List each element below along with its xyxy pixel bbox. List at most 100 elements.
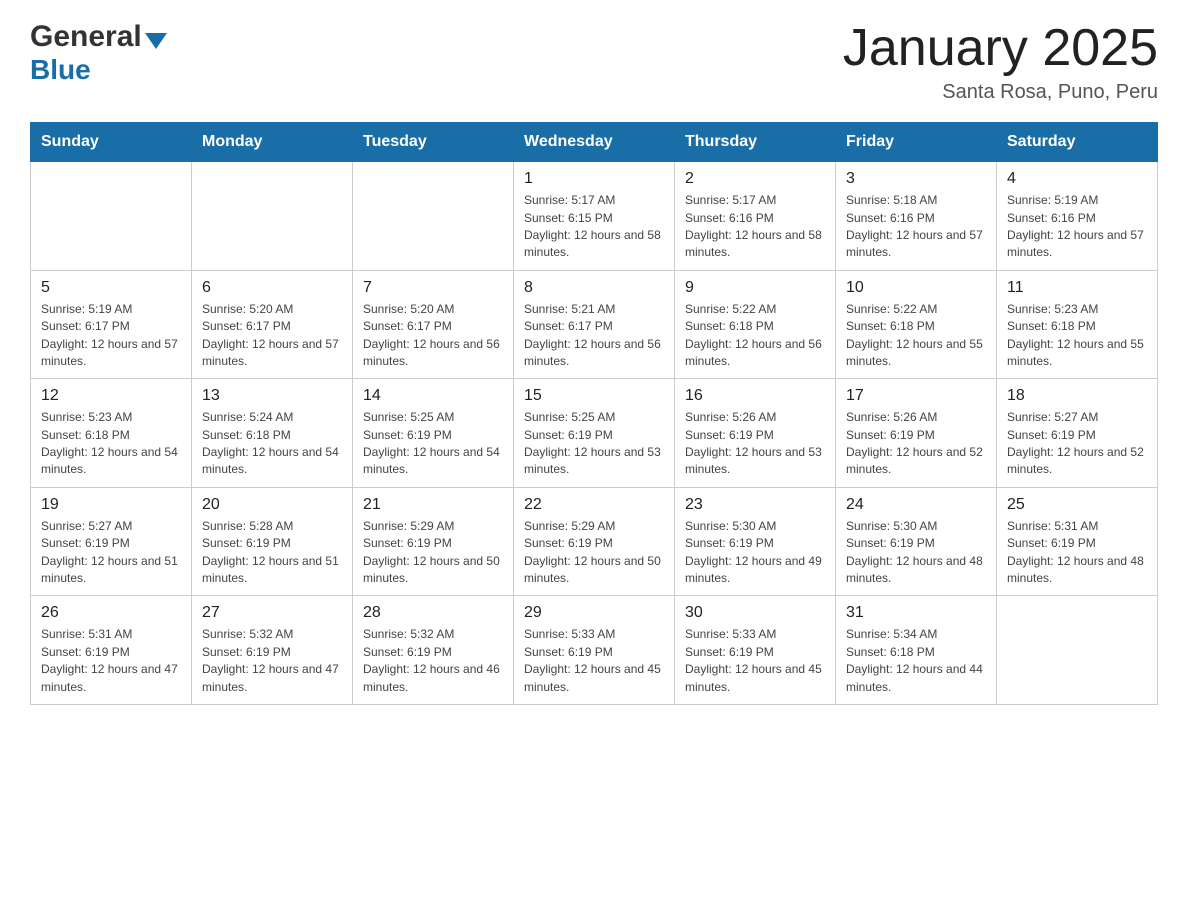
calendar-cell: 13 Sunrise: 5:24 AM Sunset: 6:18 PM Dayli…	[192, 379, 353, 488]
calendar-cell: 12 Sunrise: 5:23 AM Sunset: 6:18 PM Dayli…	[31, 379, 192, 488]
cell-day-number: 11	[1007, 279, 1147, 297]
cell-day-number: 10	[846, 279, 986, 297]
calendar-cell: 22 Sunrise: 5:29 AM Sunset: 6:19 PM Dayli…	[514, 487, 675, 596]
cell-info-text: Sunrise: 5:26 AM Sunset: 6:19 PM Dayligh…	[685, 409, 825, 479]
cell-info-text: Sunrise: 5:27 AM Sunset: 6:19 PM Dayligh…	[41, 518, 181, 588]
week-row-4: 19 Sunrise: 5:27 AM Sunset: 6:19 PM Dayli…	[31, 487, 1158, 596]
cell-day-number: 15	[524, 387, 664, 405]
calendar-cell: 3 Sunrise: 5:18 AM Sunset: 6:16 PM Daylig…	[836, 162, 997, 271]
cell-info-text: Sunrise: 5:21 AM Sunset: 6:17 PM Dayligh…	[524, 301, 664, 371]
page-header: General Blue January 2025 Santa Rosa, Pu…	[30, 20, 1158, 104]
calendar-cell	[31, 162, 192, 271]
logo-blue-text: Blue	[30, 54, 167, 86]
cell-info-text: Sunrise: 5:30 AM Sunset: 6:19 PM Dayligh…	[846, 518, 986, 588]
cell-info-text: Sunrise: 5:30 AM Sunset: 6:19 PM Dayligh…	[685, 518, 825, 588]
cell-info-text: Sunrise: 5:28 AM Sunset: 6:19 PM Dayligh…	[202, 518, 342, 588]
day-header-thursday: Thursday	[675, 123, 836, 162]
calendar-body: 1Sunrise: 5:17 AM Sunset: 6:15 PM Daylig…	[31, 162, 1158, 705]
day-header-monday: Monday	[192, 123, 353, 162]
calendar-subtitle: Santa Rosa, Puno, Peru	[843, 81, 1158, 104]
cell-info-text: Sunrise: 5:25 AM Sunset: 6:19 PM Dayligh…	[363, 409, 503, 479]
cell-info-text: Sunrise: 5:27 AM Sunset: 6:19 PM Dayligh…	[1007, 409, 1147, 479]
day-header-wednesday: Wednesday	[514, 123, 675, 162]
cell-day-number: 19	[41, 496, 181, 514]
cell-info-text: Sunrise: 5:31 AM Sunset: 6:19 PM Dayligh…	[41, 626, 181, 696]
cell-info-text: Sunrise: 5:19 AM Sunset: 6:17 PM Dayligh…	[41, 301, 181, 371]
cell-info-text: Sunrise: 5:32 AM Sunset: 6:19 PM Dayligh…	[202, 626, 342, 696]
cell-day-number: 23	[685, 496, 825, 514]
calendar-cell: 19 Sunrise: 5:27 AM Sunset: 6:19 PM Dayli…	[31, 487, 192, 596]
calendar-cell: 25 Sunrise: 5:31 AM Sunset: 6:19 PM Dayli…	[997, 487, 1158, 596]
calendar-cell: 11 Sunrise: 5:23 AM Sunset: 6:18 PM Dayli…	[997, 270, 1158, 379]
day-header-saturday: Saturday	[997, 123, 1158, 162]
day-header-friday: Friday	[836, 123, 997, 162]
logo-general-text: General	[30, 20, 142, 54]
cell-day-number: 30	[685, 604, 825, 622]
cell-day-number: 5	[41, 279, 181, 297]
calendar-cell: 1Sunrise: 5:17 AM Sunset: 6:15 PM Daylig…	[514, 162, 675, 271]
calendar-cell: 21 Sunrise: 5:29 AM Sunset: 6:19 PM Dayli…	[353, 487, 514, 596]
cell-day-number: 27	[202, 604, 342, 622]
cell-day-number: 26	[41, 604, 181, 622]
cell-day-number: 17	[846, 387, 986, 405]
calendar-title: January 2025	[843, 20, 1158, 77]
cell-info-text: Sunrise: 5:19 AM Sunset: 6:16 PM Dayligh…	[1007, 192, 1147, 262]
calendar-cell: 15 Sunrise: 5:25 AM Sunset: 6:19 PM Dayli…	[514, 379, 675, 488]
cell-day-number: 21	[363, 496, 503, 514]
week-row-1: 1Sunrise: 5:17 AM Sunset: 6:15 PM Daylig…	[31, 162, 1158, 271]
cell-info-text: Sunrise: 5:25 AM Sunset: 6:19 PM Dayligh…	[524, 409, 664, 479]
week-row-3: 12 Sunrise: 5:23 AM Sunset: 6:18 PM Dayli…	[31, 379, 1158, 488]
calendar-cell: 17Sunrise: 5:26 AM Sunset: 6:19 PM Dayli…	[836, 379, 997, 488]
cell-day-number: 22	[524, 496, 664, 514]
calendar-cell: 5 Sunrise: 5:19 AM Sunset: 6:17 PM Daylig…	[31, 270, 192, 379]
cell-day-number: 31	[846, 604, 986, 622]
cell-day-number: 6	[202, 279, 342, 297]
calendar-cell: 4 Sunrise: 5:19 AM Sunset: 6:16 PM Daylig…	[997, 162, 1158, 271]
calendar-cell: 20Sunrise: 5:28 AM Sunset: 6:19 PM Dayli…	[192, 487, 353, 596]
cell-day-number: 1	[524, 170, 664, 188]
cell-info-text: Sunrise: 5:34 AM Sunset: 6:18 PM Dayligh…	[846, 626, 986, 696]
cell-day-number: 9	[685, 279, 825, 297]
calendar-cell: 23 Sunrise: 5:30 AM Sunset: 6:19 PM Dayli…	[675, 487, 836, 596]
cell-day-number: 4	[1007, 170, 1147, 188]
calendar-cell: 29Sunrise: 5:33 AM Sunset: 6:19 PM Dayli…	[514, 596, 675, 705]
cell-info-text: Sunrise: 5:24 AM Sunset: 6:18 PM Dayligh…	[202, 409, 342, 479]
day-header-sunday: Sunday	[31, 123, 192, 162]
calendar-cell: 18Sunrise: 5:27 AM Sunset: 6:19 PM Dayli…	[997, 379, 1158, 488]
calendar-cell	[353, 162, 514, 271]
cell-day-number: 3	[846, 170, 986, 188]
calendar-cell	[997, 596, 1158, 705]
calendar-cell: 24 Sunrise: 5:30 AM Sunset: 6:19 PM Dayli…	[836, 487, 997, 596]
cell-day-number: 24	[846, 496, 986, 514]
cell-day-number: 13	[202, 387, 342, 405]
calendar-cell: 27 Sunrise: 5:32 AM Sunset: 6:19 PM Dayli…	[192, 596, 353, 705]
cell-info-text: Sunrise: 5:31 AM Sunset: 6:19 PM Dayligh…	[1007, 518, 1147, 588]
cell-info-text: Sunrise: 5:17 AM Sunset: 6:16 PM Dayligh…	[685, 192, 825, 262]
cell-day-number: 25	[1007, 496, 1147, 514]
week-row-5: 26 Sunrise: 5:31 AM Sunset: 6:19 PM Dayli…	[31, 596, 1158, 705]
calendar-cell: 10Sunrise: 5:22 AM Sunset: 6:18 PM Dayli…	[836, 270, 997, 379]
calendar-cell: 9Sunrise: 5:22 AM Sunset: 6:18 PM Daylig…	[675, 270, 836, 379]
cell-info-text: Sunrise: 5:23 AM Sunset: 6:18 PM Dayligh…	[1007, 301, 1147, 371]
calendar-cell: 14 Sunrise: 5:25 AM Sunset: 6:19 PM Dayli…	[353, 379, 514, 488]
calendar-cell: 30Sunrise: 5:33 AM Sunset: 6:19 PM Dayli…	[675, 596, 836, 705]
calendar-cell	[192, 162, 353, 271]
cell-info-text: Sunrise: 5:29 AM Sunset: 6:19 PM Dayligh…	[524, 518, 664, 588]
cell-info-text: Sunrise: 5:18 AM Sunset: 6:16 PM Dayligh…	[846, 192, 986, 262]
cell-day-number: 12	[41, 387, 181, 405]
cell-info-text: Sunrise: 5:23 AM Sunset: 6:18 PM Dayligh…	[41, 409, 181, 479]
calendar-header: SundayMondayTuesdayWednesdayThursdayFrid…	[31, 123, 1158, 162]
week-row-2: 5 Sunrise: 5:19 AM Sunset: 6:17 PM Daylig…	[31, 270, 1158, 379]
calendar-cell: 31 Sunrise: 5:34 AM Sunset: 6:18 PM Dayli…	[836, 596, 997, 705]
cell-info-text: Sunrise: 5:29 AM Sunset: 6:19 PM Dayligh…	[363, 518, 503, 588]
cell-info-text: Sunrise: 5:33 AM Sunset: 6:19 PM Dayligh…	[524, 626, 664, 696]
calendar-cell: 7Sunrise: 5:20 AM Sunset: 6:17 PM Daylig…	[353, 270, 514, 379]
calendar-table: SundayMondayTuesdayWednesdayThursdayFrid…	[30, 122, 1158, 705]
calendar-cell: 6Sunrise: 5:20 AM Sunset: 6:17 PM Daylig…	[192, 270, 353, 379]
header-row: SundayMondayTuesdayWednesdayThursdayFrid…	[31, 123, 1158, 162]
logo: General Blue	[30, 20, 167, 86]
cell-day-number: 8	[524, 279, 664, 297]
cell-day-number: 14	[363, 387, 503, 405]
cell-info-text: Sunrise: 5:20 AM Sunset: 6:17 PM Dayligh…	[363, 301, 503, 371]
cell-day-number: 2	[685, 170, 825, 188]
